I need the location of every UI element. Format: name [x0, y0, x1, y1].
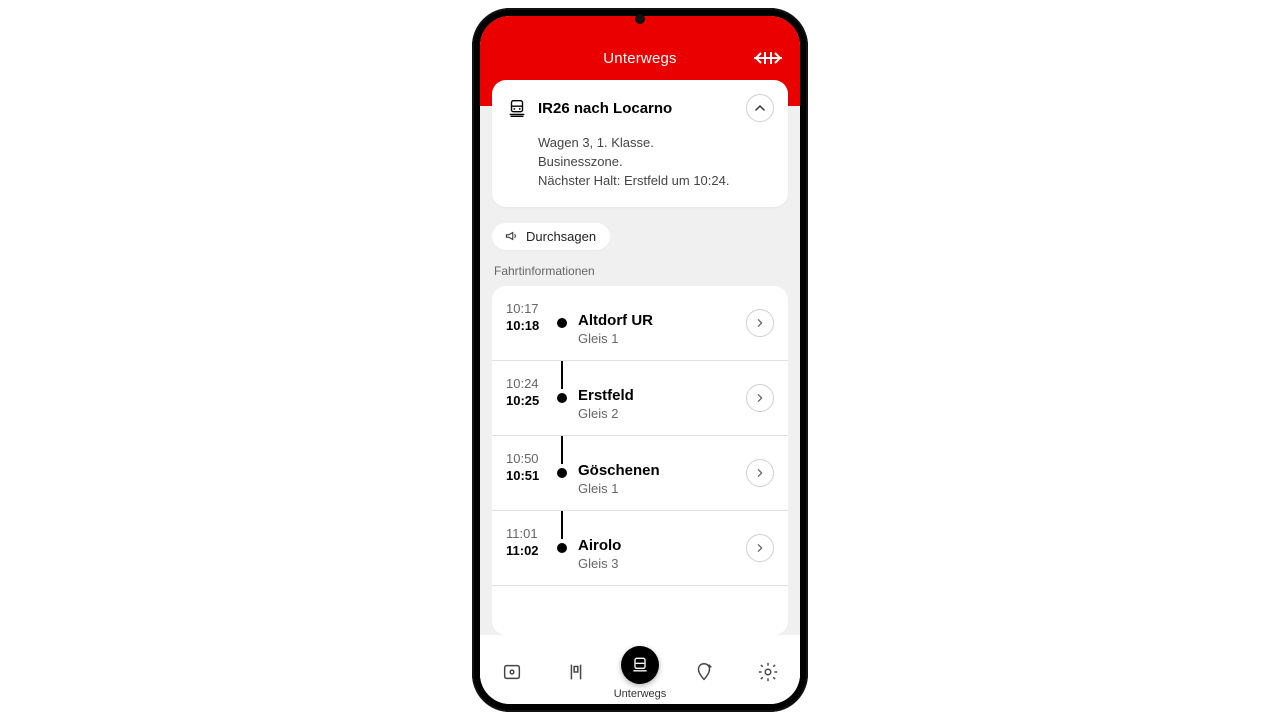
chevron-right-icon	[755, 318, 765, 328]
arrival-time: 10:17	[506, 300, 552, 318]
trip-detail-line: Businesszone.	[538, 153, 774, 172]
page-title: Unterwegs	[603, 50, 677, 67]
content-area: Durchsagen Fahrtinformationen 10:1710:18…	[480, 219, 800, 635]
nav-timetable[interactable]	[556, 652, 596, 692]
stop-platform: Gleis 2	[578, 406, 746, 421]
header-card-container: IR26 nach Locarno Wagen 3, 1. Klasse. Bu…	[480, 80, 800, 219]
stop-detail-button[interactable]	[746, 534, 774, 562]
nav-active-label: Unterwegs	[614, 688, 667, 700]
stop-platform: Gleis 1	[578, 331, 746, 346]
stop-name: Airolo	[578, 537, 746, 554]
stop-detail-button[interactable]	[746, 309, 774, 337]
phone-notch	[635, 14, 645, 24]
nav-enroute-active[interactable]	[620, 652, 660, 692]
stop-row[interactable]: 10:1710:18 Altdorf UR Gleis 1	[492, 286, 788, 361]
stop-name: Altdorf UR	[578, 312, 746, 329]
ticket-icon	[501, 661, 523, 683]
gear-icon	[757, 661, 779, 683]
arrival-time: 11:01	[506, 525, 552, 543]
chip-label: Durchsagen	[526, 229, 596, 244]
app-header: Unterwegs	[480, 16, 800, 80]
departure-time: 10:51	[506, 467, 552, 485]
stop-detail-button[interactable]	[746, 459, 774, 487]
nav-tickets[interactable]	[492, 652, 532, 692]
stop-platform: Gleis 1	[578, 481, 746, 496]
section-label: Fahrtinformationen	[480, 260, 800, 286]
phone-frame: Unterwegs	[472, 8, 808, 712]
stop-row[interactable]: 11:0111:02 Airolo Gleis 3	[492, 511, 788, 586]
chevron-up-icon	[754, 102, 766, 114]
arrival-time: 10:24	[506, 375, 552, 393]
train-icon	[506, 97, 528, 119]
stop-detail-button[interactable]	[746, 384, 774, 412]
chevron-right-icon	[755, 393, 765, 403]
location-icon	[693, 661, 715, 683]
platform-icon	[565, 661, 587, 683]
stop-row[interactable]: 10:2410:25 Erstfeld Gleis 2	[492, 361, 788, 436]
stop-name: Göschenen	[578, 462, 746, 479]
nav-map[interactable]	[684, 652, 724, 692]
stop-times: 11:0111:02	[506, 525, 552, 560]
trip-detail-line: Wagen 3, 1. Klasse.	[538, 134, 774, 153]
bottom-nav: Unterwegs	[480, 635, 800, 704]
trip-title: IR26 nach Locarno	[538, 100, 736, 117]
chevron-right-icon	[755, 543, 765, 553]
stops-list: 10:1710:18 Altdorf UR Gleis 1 10:2410:25 Ers…	[492, 286, 788, 635]
trip-detail-text: Wagen 3, 1. Klasse. Businesszone. Nächst…	[538, 134, 774, 191]
stop-times: 10:1710:18	[506, 300, 552, 335]
stop-platform: Gleis 3	[578, 556, 746, 571]
train-icon	[630, 655, 650, 675]
sbb-logo-icon	[754, 50, 782, 66]
departure-time: 10:25	[506, 392, 552, 410]
megaphone-icon	[504, 229, 518, 243]
stop-name: Erstfeld	[578, 387, 746, 404]
departure-time: 10:18	[506, 317, 552, 335]
screen: Unterwegs	[480, 16, 800, 704]
trip-detail-line: Nächster Halt: Erstfeld um 10:24.	[538, 172, 774, 191]
stop-times: 10:5010:51	[506, 450, 552, 485]
chevron-right-icon	[755, 468, 765, 478]
collapse-button[interactable]	[746, 94, 774, 122]
departure-time: 11:02	[506, 542, 552, 560]
announcements-chip[interactable]: Durchsagen	[492, 223, 610, 250]
stop-row[interactable]: 10:5010:51 Göschenen Gleis 1	[492, 436, 788, 511]
arrival-time: 10:50	[506, 450, 552, 468]
stop-times: 10:2410:25	[506, 375, 552, 410]
trip-header-card: IR26 nach Locarno Wagen 3, 1. Klasse. Bu…	[492, 80, 788, 207]
nav-settings[interactable]	[748, 652, 788, 692]
